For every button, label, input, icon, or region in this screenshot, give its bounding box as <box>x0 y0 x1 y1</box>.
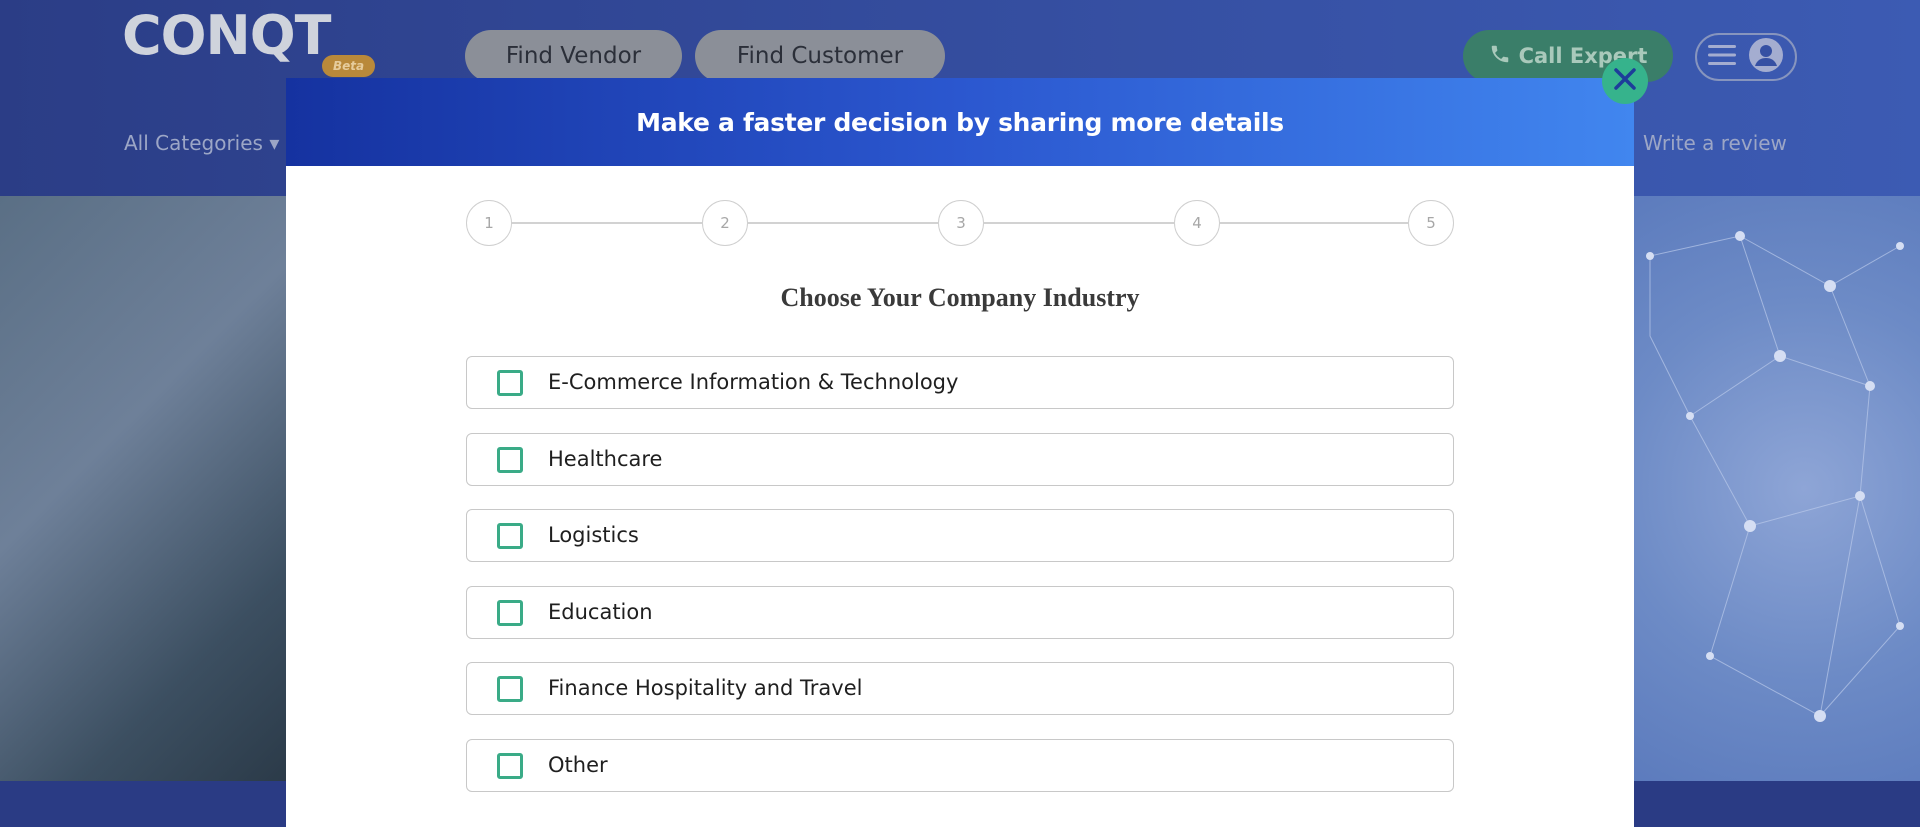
hero-network-image <box>1630 196 1920 781</box>
all-categories-label: All Categories <box>124 131 263 155</box>
logo-text: CONQT <box>122 4 331 67</box>
checkbox[interactable] <box>497 599 523 626</box>
checkbox[interactable] <box>497 752 523 779</box>
step-connector <box>1220 222 1408 224</box>
step-3: 3 <box>938 200 984 246</box>
step-1: 1 <box>466 200 512 246</box>
checkbox[interactable] <box>497 370 523 396</box>
step-4: 4 <box>1174 200 1220 246</box>
phone-icon <box>1489 43 1511 70</box>
beta-badge: Beta <box>322 55 376 77</box>
step-connector <box>984 222 1174 224</box>
checkbox[interactable] <box>497 676 523 702</box>
modal-header: Make a faster decision by sharing more d… <box>286 78 1634 166</box>
checkbox[interactable] <box>497 523 523 549</box>
modal-title: Make a faster decision by sharing more d… <box>636 107 1284 137</box>
logo[interactable]: CONQT Beta <box>122 4 376 77</box>
industry-options: E-Commerce Information & Technology Heal… <box>466 356 1454 815</box>
progress-stepper: 1 2 3 4 5 <box>466 200 1454 246</box>
close-icon <box>1612 66 1638 96</box>
option-logistics[interactable]: Logistics <box>466 509 1454 562</box>
step-connector <box>512 222 702 224</box>
option-education[interactable]: Education <box>466 585 1454 639</box>
option-label: Logistics <box>548 523 639 547</box>
hamburger-icon <box>1708 44 1736 70</box>
option-label: Education <box>548 599 653 624</box>
step-2: 2 <box>702 200 748 246</box>
checkbox[interactable] <box>497 446 523 473</box>
industry-modal: Make a faster decision by sharing more d… <box>286 78 1634 827</box>
option-finance-hospitality-travel[interactable]: Finance Hospitality and Travel <box>466 662 1454 715</box>
option-label: Finance Hospitality and Travel <box>548 676 863 700</box>
option-healthcare[interactable]: Healthcare <box>466 432 1454 486</box>
all-categories-dropdown[interactable]: All Categories ▾ <box>124 131 279 155</box>
option-ecommerce[interactable]: E-Commerce Information & Technology <box>466 356 1454 409</box>
account-menu-button[interactable] <box>1695 33 1797 81</box>
option-label: E-Commerce Information & Technology <box>548 370 959 394</box>
close-modal-button[interactable] <box>1602 58 1648 104</box>
step-connector <box>748 222 938 224</box>
caret-down-icon: ▾ <box>269 131 280 155</box>
write-review-link[interactable]: Write a review <box>1643 131 1787 155</box>
user-icon <box>1748 37 1784 77</box>
hero-laptop-image <box>0 196 300 781</box>
option-label: Other <box>548 752 608 777</box>
option-label: Healthcare <box>548 446 663 471</box>
find-vendor-button[interactable]: Find Vendor <box>465 30 682 82</box>
step-5: 5 <box>1408 200 1454 246</box>
find-customer-button[interactable]: Find Customer <box>695 30 945 82</box>
question-title: Choose Your Company Industry <box>780 283 1140 312</box>
option-other[interactable]: Other <box>466 738 1454 792</box>
